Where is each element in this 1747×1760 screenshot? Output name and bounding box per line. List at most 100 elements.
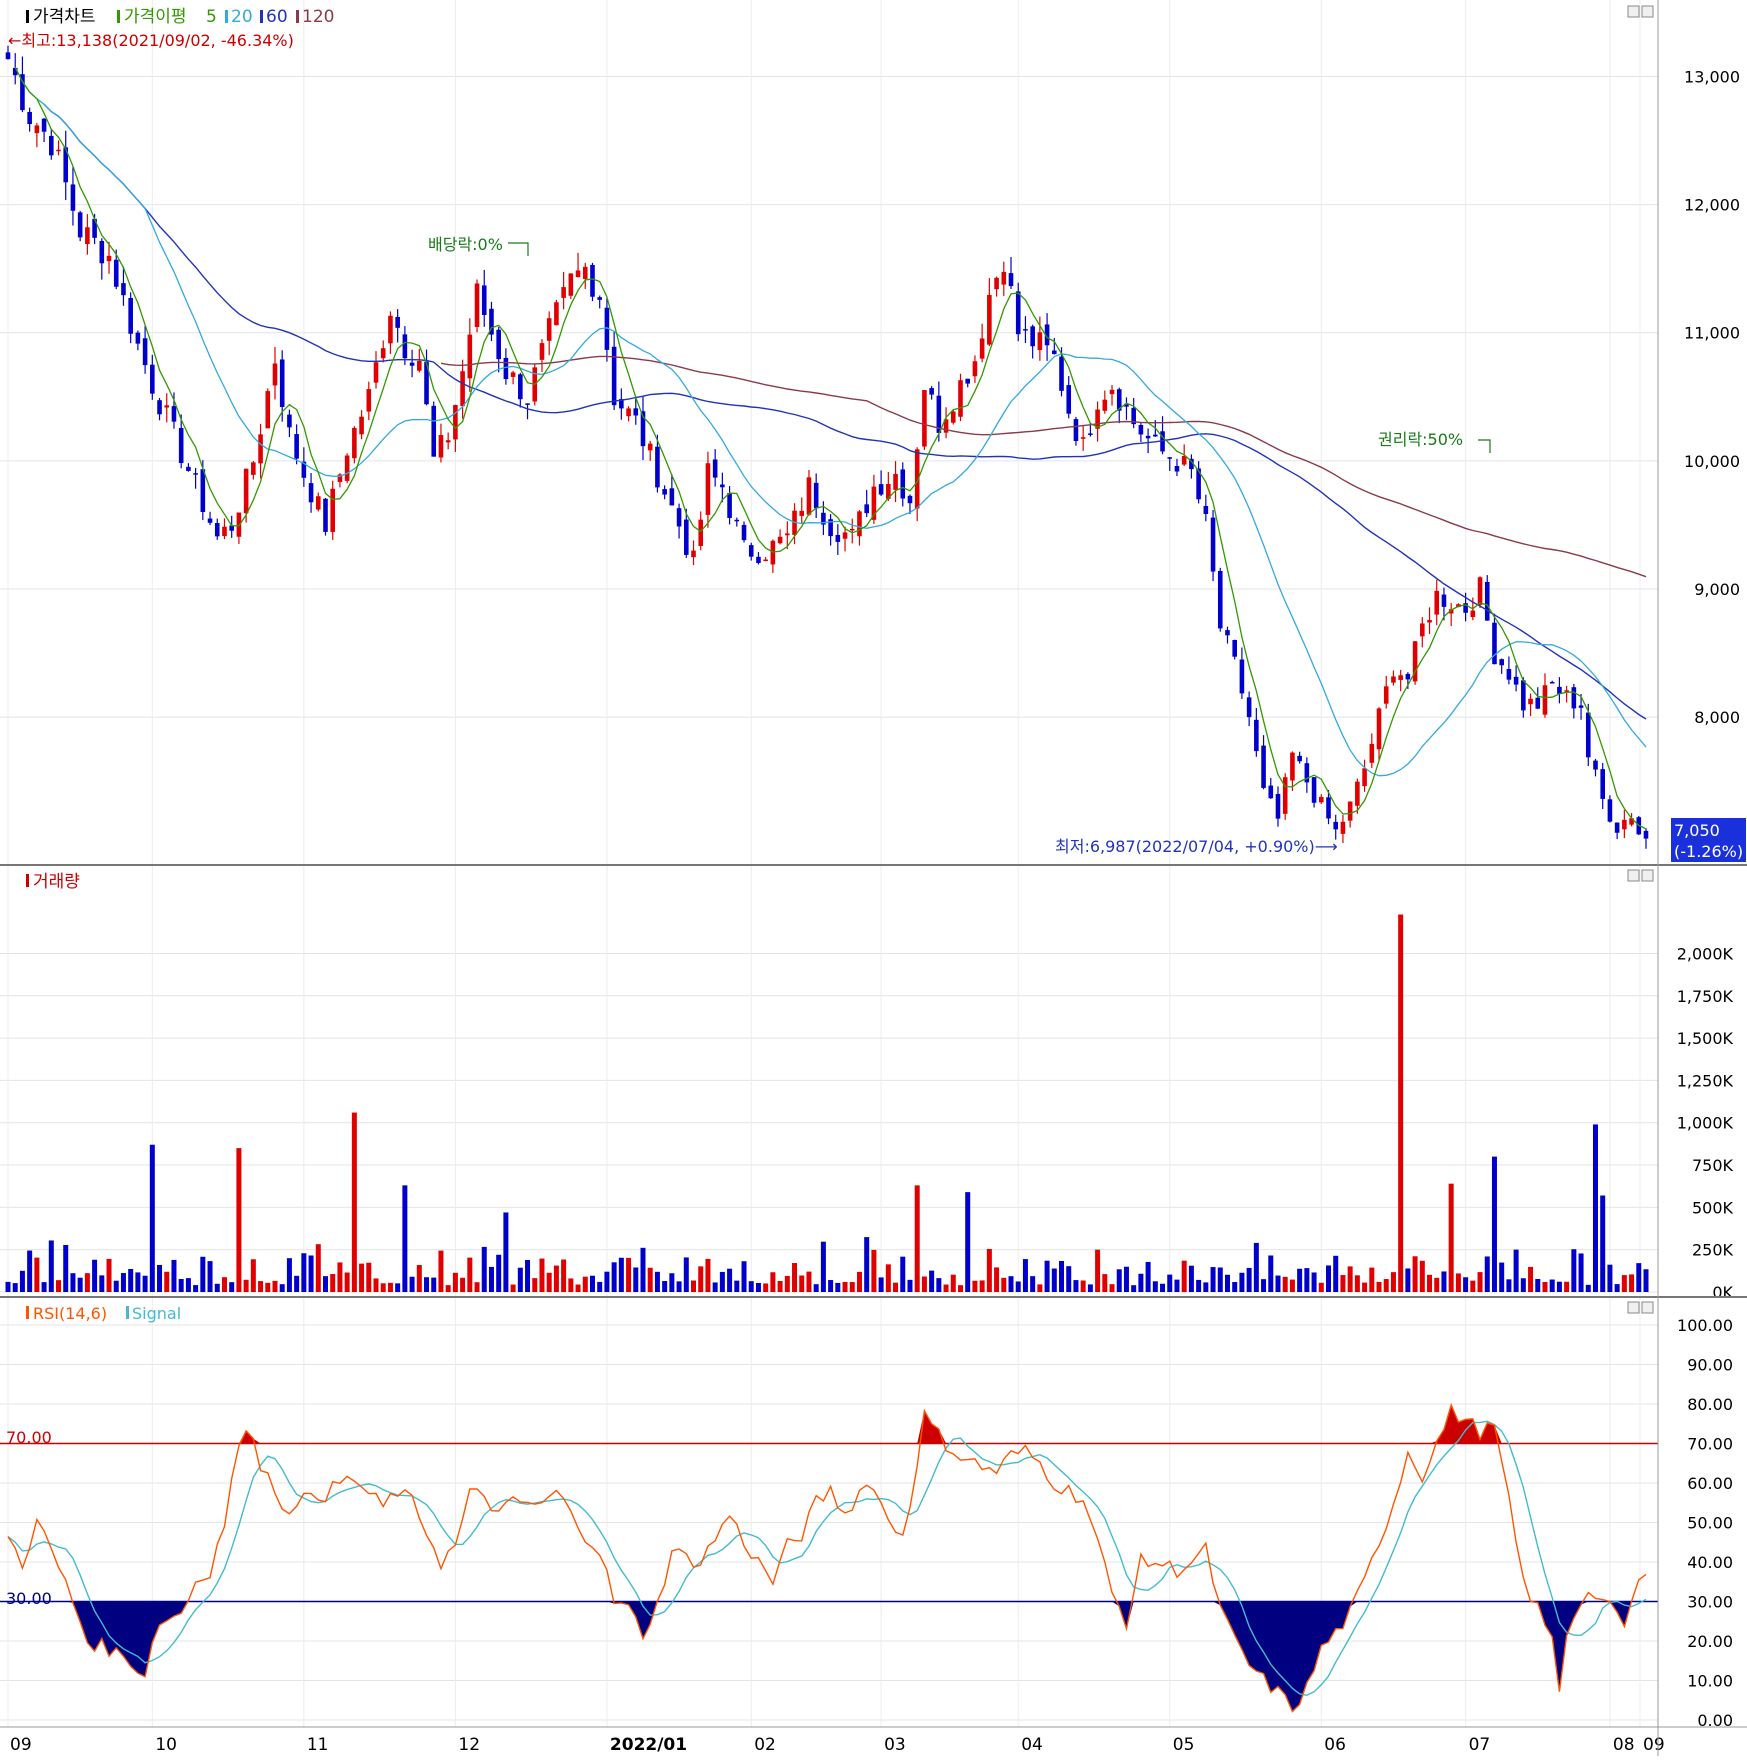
volume-bar[interactable] xyxy=(979,1280,985,1292)
volume-bar[interactable] xyxy=(1188,1265,1194,1292)
volume-bar[interactable] xyxy=(1614,1284,1620,1292)
volume-bar[interactable] xyxy=(286,1258,292,1292)
volume-bar[interactable] xyxy=(640,1247,646,1292)
volume-bar[interactable] xyxy=(1434,1277,1440,1292)
volume-bar[interactable] xyxy=(142,1275,148,1292)
volume-bar[interactable] xyxy=(106,1258,112,1292)
volume-bar[interactable] xyxy=(662,1281,668,1292)
candle-body[interactable] xyxy=(741,524,747,541)
volume-bar[interactable] xyxy=(1600,1195,1606,1292)
volume-bar[interactable] xyxy=(1138,1273,1144,1292)
volume-bar[interactable] xyxy=(914,1185,920,1292)
volume-bar[interactable] xyxy=(972,1280,978,1292)
volume-bar[interactable] xyxy=(763,1283,769,1292)
candle-body[interactable] xyxy=(1088,433,1093,435)
candle-body[interactable] xyxy=(106,255,112,262)
volume-bar[interactable] xyxy=(1636,1263,1642,1292)
volume-bar[interactable] xyxy=(597,1281,603,1292)
candle-body[interactable] xyxy=(1528,698,1533,705)
volume-bar[interactable] xyxy=(92,1259,98,1292)
candle-body[interactable] xyxy=(1593,760,1598,770)
candle-body[interactable] xyxy=(1066,385,1072,414)
candle-body[interactable] xyxy=(597,297,603,300)
candle-body[interactable] xyxy=(655,446,660,488)
volume-bar[interactable] xyxy=(1542,1281,1548,1292)
candle-body[interactable] xyxy=(1051,350,1057,355)
volume-bar[interactable] xyxy=(741,1261,747,1292)
volume-bar[interactable] xyxy=(1174,1279,1180,1292)
volume-bar[interactable] xyxy=(1333,1255,1339,1292)
volume-bar[interactable] xyxy=(842,1281,848,1292)
volume-bar[interactable] xyxy=(1491,1156,1497,1292)
candle-body[interactable] xyxy=(1217,570,1223,629)
candle-body[interactable] xyxy=(510,372,516,377)
candle-body[interactable] xyxy=(1008,273,1014,287)
volume-bar[interactable] xyxy=(1607,1264,1613,1292)
candle-body[interactable] xyxy=(611,346,617,406)
volume-bar[interactable] xyxy=(1499,1262,1505,1292)
volume-bar[interactable] xyxy=(828,1280,834,1292)
volume-bar[interactable] xyxy=(19,1270,25,1292)
volume-bar[interactable] xyxy=(416,1265,422,1292)
volume-bar[interactable] xyxy=(849,1282,855,1292)
volume-bar[interactable] xyxy=(337,1262,343,1292)
candle-body[interactable] xyxy=(1311,777,1317,803)
candle-body[interactable] xyxy=(1600,769,1606,799)
volume-bar[interactable] xyxy=(1131,1285,1137,1292)
volume-bar[interactable] xyxy=(445,1285,451,1292)
candle-body[interactable] xyxy=(1542,685,1548,715)
volume-bar[interactable] xyxy=(654,1271,660,1292)
volume-bar[interactable] xyxy=(929,1270,935,1292)
volume-bar[interactable] xyxy=(1564,1281,1570,1292)
volume-bar[interactable] xyxy=(135,1272,141,1292)
candle-body[interactable] xyxy=(1246,697,1252,718)
candle-body[interactable] xyxy=(1268,785,1274,799)
volume-bar[interactable] xyxy=(200,1256,206,1292)
volume-bar[interactable] xyxy=(452,1272,458,1292)
candle-body[interactable] xyxy=(1427,619,1432,623)
candle-body[interactable] xyxy=(1470,610,1476,618)
volume-bar[interactable] xyxy=(1513,1249,1519,1292)
candle-body[interactable] xyxy=(1239,659,1245,694)
volume-bar[interactable] xyxy=(1506,1279,1512,1292)
candle-body[interactable] xyxy=(698,519,704,546)
candle-body[interactable] xyxy=(409,362,415,366)
candle-body[interactable] xyxy=(972,361,978,377)
candle-body[interactable] xyxy=(1585,712,1591,758)
volume-bar[interactable] xyxy=(330,1274,336,1292)
volume-bar[interactable] xyxy=(1549,1279,1555,1292)
candle-body[interactable] xyxy=(857,511,862,537)
candle-body[interactable] xyxy=(1174,466,1180,472)
candle-body[interactable] xyxy=(279,359,285,408)
volume-bar[interactable] xyxy=(1297,1268,1303,1292)
candle-body[interactable] xyxy=(1181,456,1187,465)
volume-bar[interactable] xyxy=(185,1278,191,1292)
volume-bar[interactable] xyxy=(885,1264,891,1292)
candle-body[interactable] xyxy=(1477,577,1483,605)
candle-body[interactable] xyxy=(481,285,487,316)
candle-body[interactable] xyxy=(1513,676,1519,685)
volume-bar[interactable] xyxy=(1383,1279,1389,1292)
volume-bar[interactable] xyxy=(784,1275,790,1292)
volume-bar[interactable] xyxy=(214,1283,220,1292)
volume-bar[interactable] xyxy=(164,1271,170,1292)
candle-body[interactable] xyxy=(27,111,32,125)
candle-body[interactable] xyxy=(121,283,126,296)
candle-body[interactable] xyxy=(1001,271,1007,285)
volume-bar[interactable] xyxy=(1477,1272,1483,1292)
volume-bar[interactable] xyxy=(193,1285,199,1292)
candle-body[interactable] xyxy=(308,483,314,503)
candle-body[interactable] xyxy=(178,428,184,464)
volume-bar[interactable] xyxy=(1073,1280,1079,1292)
volume-bar[interactable] xyxy=(813,1284,819,1292)
candle-body[interactable] xyxy=(1167,457,1173,459)
volume-bar[interactable] xyxy=(936,1278,942,1292)
candle-body[interactable] xyxy=(922,390,927,447)
candle-body[interactable] xyxy=(272,363,278,386)
volume-bar[interactable] xyxy=(99,1275,105,1292)
volume-bar[interactable] xyxy=(950,1274,956,1292)
candle-body[interactable] xyxy=(323,498,328,532)
volume-bar[interactable] xyxy=(1405,1268,1411,1292)
candle-body[interactable] xyxy=(85,227,90,245)
candle-body[interactable] xyxy=(958,380,963,417)
